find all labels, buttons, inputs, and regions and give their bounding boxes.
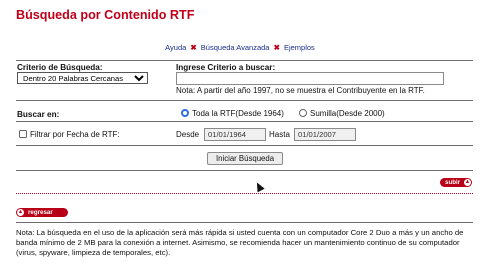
help-links: Ayuda ✖ Búsqueda Avanzada ✖ Ejemplos — [0, 43, 480, 52]
start-search-button[interactable]: Iniciar Búsqueda — [207, 152, 283, 165]
mouse-cursor-icon — [253, 180, 265, 193]
search-criteria-input[interactable] — [176, 72, 444, 85]
divider — [16, 170, 473, 171]
separator-icon: ✖ — [190, 43, 197, 52]
subir-button[interactable]: subir ▲ — [440, 178, 472, 187]
radio-toda-rtf-label: Toda la RTF(Desde 1964) — [192, 109, 284, 118]
help-link[interactable]: Ayuda — [165, 43, 186, 52]
arrow-back-icon: ▲ — [17, 209, 24, 216]
divider — [16, 145, 473, 146]
regresar-label: regresar — [28, 209, 53, 216]
desde-label: Desde — [176, 130, 200, 139]
buscar-en-label: Buscar en: — [17, 110, 60, 119]
divider — [16, 222, 473, 223]
hasta-label: Hasta — [269, 130, 290, 139]
ingrese-label: Ingrese Criterio a buscar: — [176, 63, 276, 72]
filter-date-checkbox[interactable] — [19, 130, 27, 138]
divider — [16, 60, 473, 61]
advanced-search-link[interactable]: Búsqueda Avanzada — [201, 43, 270, 52]
hasta-date-input[interactable] — [294, 128, 356, 141]
radio-sumilla-label: Sumilla(Desde 2000) — [310, 109, 385, 118]
desde-date-input[interactable] — [204, 128, 266, 141]
divider — [16, 100, 473, 101]
footer-note: Nota: La búsqueda en el uso de la aplica… — [16, 228, 464, 257]
examples-link[interactable]: Ejemplos — [284, 43, 315, 52]
year-note: Nota: A partir del año 1997, no se muest… — [176, 86, 425, 95]
red-dotted-divider — [16, 193, 473, 194]
page-title: Búsqueda por Contenido RTF — [16, 8, 195, 22]
separator-icon: ✖ — [273, 43, 280, 52]
radio-sumilla[interactable] — [299, 109, 307, 117]
criterio-label: Criterio de Búsqueda: — [17, 63, 103, 72]
filter-date-label: Filtrar por Fecha de RTF: — [30, 130, 120, 139]
criterio-select[interactable]: Dentro 20 Palabras Cercanas — [17, 72, 148, 84]
radio-toda-rtf[interactable] — [181, 109, 189, 117]
regresar-button[interactable]: ▲ regresar — [16, 208, 68, 217]
subir-label: subir — [445, 179, 461, 186]
divider — [16, 121, 473, 122]
arrow-up-icon: ▲ — [464, 179, 471, 186]
